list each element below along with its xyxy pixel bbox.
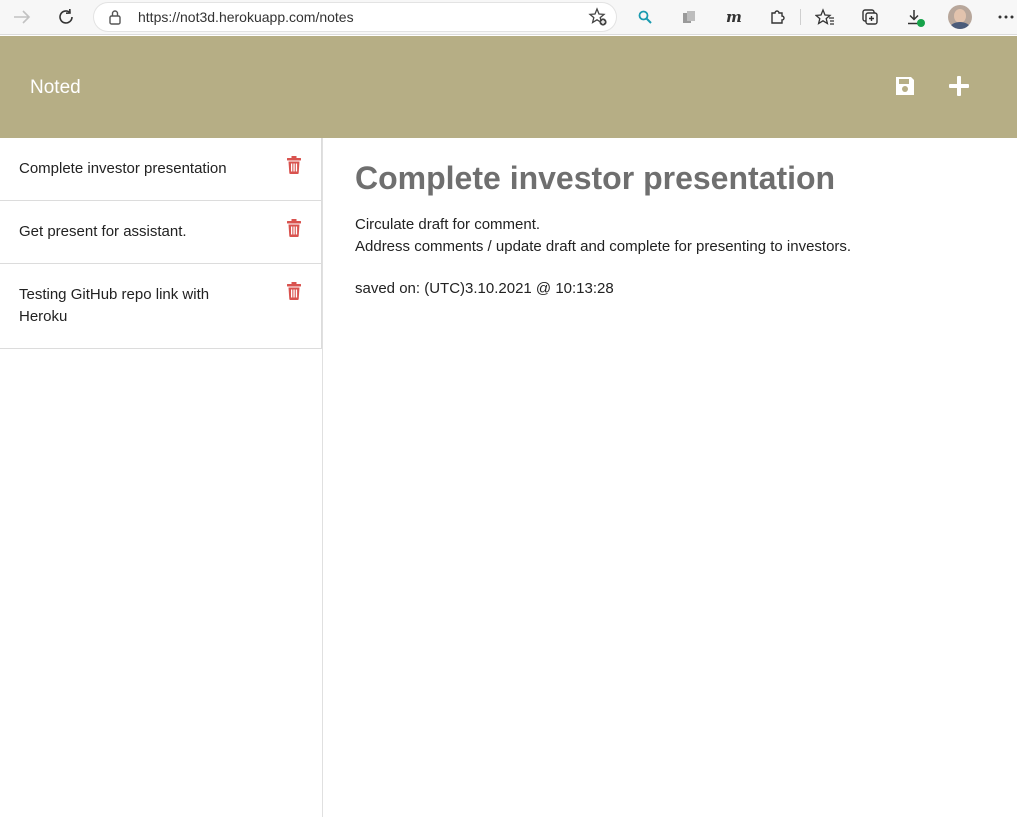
app-title: Noted — [30, 77, 81, 98]
note-detail: Complete investor presentation Circulate… — [355, 138, 995, 297]
collections-button[interactable] — [857, 5, 883, 29]
svg-text:m: m — [726, 9, 742, 25]
plus-icon — [949, 76, 969, 96]
new-note-button[interactable] — [947, 74, 971, 98]
note-list-title: Get present for assistant. — [19, 223, 187, 240]
notes-list: Complete investor presentation Get prese… — [0, 138, 323, 817]
forward-button[interactable] — [9, 5, 35, 29]
copy-extension-button[interactable] — [676, 5, 702, 29]
saved-timestamp: saved on: (UTC)3.10.2021 @ 10:13:28 — [355, 280, 614, 297]
extensions-button[interactable] — [764, 5, 790, 29]
note-body[interactable]: Circulate draft for comment. Address com… — [355, 214, 995, 258]
refresh-icon — [59, 8, 73, 24]
note-body-line: Address comments / update draft and comp… — [355, 238, 852, 255]
trash-icon[interactable] — [286, 156, 302, 174]
more-options-button[interactable] — [993, 5, 1017, 29]
save-icon — [896, 77, 914, 95]
note-list-title: Complete investor presentation — [19, 160, 227, 177]
trash-icon[interactable] — [286, 282, 302, 300]
refresh-button[interactable] — [53, 5, 79, 29]
download-complete-badge — [917, 19, 925, 27]
toolbar-separator — [800, 9, 801, 25]
avatar-face — [954, 9, 966, 23]
puzzle-icon — [771, 10, 785, 24]
search-extension-button[interactable] — [632, 5, 658, 29]
address-bar[interactable]: https://not3d.herokuapp.com/notes — [94, 3, 616, 31]
favorites-icon — [815, 8, 834, 25]
m-extension-button[interactable]: m — [720, 5, 746, 29]
app-header: Noted — [0, 36, 1017, 138]
copy-icon — [683, 11, 695, 23]
browser-toolbar: https://not3d.herokuapp.com/notes m — [0, 0, 1017, 35]
favorites-button[interactable] — [812, 5, 838, 29]
note-title[interactable]: Complete investor presentation — [355, 158, 995, 198]
add-favorite-icon[interactable] — [588, 7, 608, 27]
note-list-item[interactable]: Complete investor presentation — [0, 138, 322, 201]
trash-icon[interactable] — [286, 219, 302, 237]
collections-icon — [862, 9, 878, 25]
url-text: https://not3d.herokuapp.com/notes — [138, 9, 354, 25]
m-extension-icon: m — [726, 9, 742, 25]
profile-avatar[interactable] — [948, 5, 972, 29]
note-body-line: Circulate draft for comment. — [355, 216, 541, 233]
arrow-right-icon — [14, 10, 31, 24]
note-list-title: Testing GitHub repo link with Heroku — [19, 286, 210, 325]
lock-icon — [109, 10, 121, 25]
ellipsis-icon — [998, 15, 1014, 19]
save-note-button[interactable] — [893, 74, 917, 98]
note-list-item[interactable]: Get present for assistant. — [0, 201, 322, 264]
magnifier-icon — [638, 10, 652, 24]
note-list-item[interactable]: Testing GitHub repo link with Heroku — [0, 264, 322, 349]
avatar-shirt — [950, 22, 970, 29]
